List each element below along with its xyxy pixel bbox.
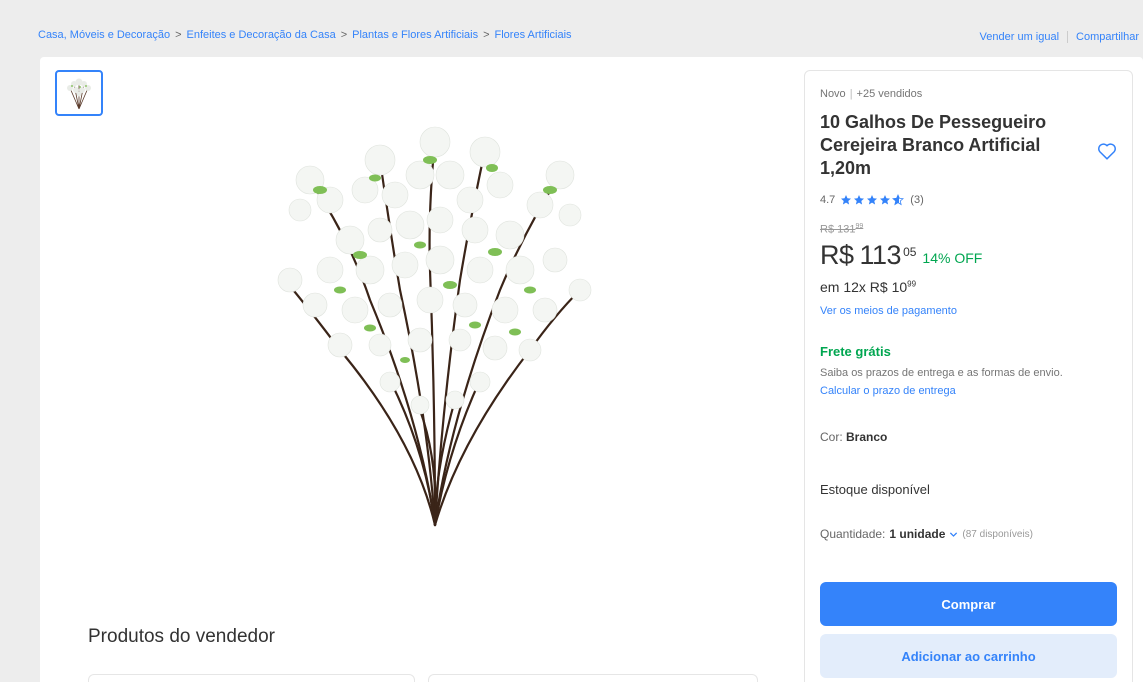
share-link[interactable]: Compartilhar <box>1076 31 1139 43</box>
shipping-info: Saiba os prazos de entrega e as formas d… <box>820 367 1063 379</box>
seller-product-card[interactable] <box>88 674 415 682</box>
breadcrumb-item-casa[interactable]: Casa, Móveis e Decoração <box>38 29 170 41</box>
price-value: 113 <box>859 240 902 270</box>
rating[interactable]: 4.7 (3) <box>820 194 924 206</box>
color-selector: Cor: Branco <box>820 430 887 444</box>
sell-same-link[interactable]: Vender um igual <box>980 31 1060 43</box>
color-value: Branco <box>846 430 888 444</box>
breadcrumb: Casa, Móveis e Decoração > Enfeites e De… <box>38 29 572 41</box>
stock-status: Estoque disponível <box>820 482 930 497</box>
star-icon <box>880 195 891 205</box>
divider: | <box>849 88 853 100</box>
star-icon <box>841 195 852 205</box>
quantity-selector[interactable]: Quantidade: 1 unidade (87 disponíveis) <box>820 527 1033 541</box>
original-price-cents: 99 <box>855 223 864 230</box>
product-title: 10 Galhos De Pessegueiro Cerejeira Branc… <box>820 112 1047 178</box>
breadcrumb-separator: > <box>340 29 348 41</box>
breadcrumb-separator: > <box>483 29 490 41</box>
thumbnail-image <box>67 78 91 110</box>
payment-methods-link[interactable]: Ver os meios de pagamento <box>820 305 957 317</box>
calculate-shipping-link[interactable]: Calcular o prazo de entrega <box>820 385 956 397</box>
breadcrumb-item-enfeites[interactable]: Enfeites e Decoração da Casa <box>187 29 336 41</box>
star-half-icon <box>892 194 905 206</box>
original-price-value: R$ 131 <box>820 223 856 236</box>
installments-cents: 99 <box>907 279 917 289</box>
original-price: R$ 13199 <box>820 223 863 236</box>
product-image-graphic <box>277 126 592 527</box>
star-icon <box>854 195 865 205</box>
price-currency: R$ <box>820 240 854 270</box>
rating-value: 4.7 <box>820 194 836 206</box>
chevron-down-icon[interactable] <box>949 530 958 539</box>
free-shipping: Frete grátis <box>820 344 891 359</box>
color-label: Cor: <box>820 430 843 444</box>
add-to-cart-button[interactable]: Adicionar ao carrinho <box>820 634 1117 678</box>
product-subtitle: Novo | +25 vendidos <box>820 88 922 100</box>
divider <box>1067 31 1069 43</box>
breadcrumb-item-flores[interactable]: Flores Artificiais <box>495 29 572 41</box>
sold-count: +25 vendidos <box>856 88 923 100</box>
rating-count: (3) <box>910 194 924 206</box>
discount-badge: 14% OFF <box>922 250 983 266</box>
quantity-available: (87 disponíveis) <box>962 528 1033 540</box>
star-icon <box>867 195 878 205</box>
breadcrumb-item-plantas[interactable]: Plantas e Flores Artificiais <box>352 29 478 41</box>
breadcrumb-separator: > <box>175 29 182 41</box>
installments-value: em 12x R$ 10 <box>820 279 908 295</box>
price-cents: 05 <box>903 245 917 259</box>
buy-button[interactable]: Comprar <box>820 582 1117 626</box>
price: R$ 113 05 14% OFF <box>820 240 982 271</box>
seller-product-card[interactable] <box>428 674 758 682</box>
quantity-value[interactable]: 1 unidade <box>889 527 945 541</box>
installments: em 12x R$ 1099 <box>820 279 916 295</box>
quantity-label: Quantidade: <box>820 527 886 541</box>
image-thumbnail[interactable] <box>55 70 103 116</box>
seller-products-title: Produtos do vendedor <box>88 626 275 647</box>
product-image[interactable] <box>270 120 600 550</box>
heart-icon[interactable] <box>1096 140 1118 162</box>
condition-label: Novo <box>820 88 846 100</box>
rating-stars <box>840 194 905 206</box>
top-actions: Vender um igual Compartilhar <box>980 31 1139 43</box>
